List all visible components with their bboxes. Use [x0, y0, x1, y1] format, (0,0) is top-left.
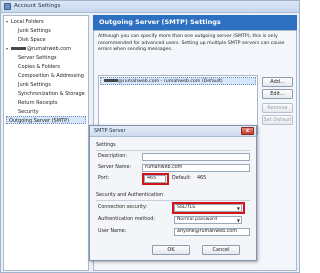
tree-item-security[interactable]: Security: [18, 108, 39, 116]
redacted-username: [11, 47, 26, 50]
server-name-field[interactable]: rumahweb.com: [142, 164, 250, 172]
smtp-server-dialog: SMTP Server x Settings Description: Serv…: [89, 125, 257, 261]
title-bar: Account Settings: [1, 1, 299, 13]
redacted-username: [104, 79, 118, 82]
security-group-label: Security and Authentication: [96, 193, 163, 198]
smtp-server-item[interactable]: @rumahweb.com - rumahweb.com (Default): [100, 77, 256, 85]
description-label: Description:: [98, 154, 127, 159]
page-title: Outgoing Server (SMTP) Settings: [93, 15, 297, 30]
auth-method-select[interactable]: Normal password ▼: [174, 216, 242, 224]
set-default-button[interactable]: Set Default: [262, 115, 293, 125]
default-port-label: Default:: [172, 176, 192, 181]
tree-item-server-settings[interactable]: Server Settings: [18, 54, 57, 62]
description-field[interactable]: [142, 153, 250, 161]
window-title: Account Settings: [14, 3, 61, 9]
tree-item-sync-storage[interactable]: Synchronization & Storage: [18, 90, 85, 98]
account-settings-window: Account Settings ▾ Local Folders Junk Set…: [0, 0, 300, 273]
divider: [96, 200, 250, 201]
connection-security-label: Connection security:: [98, 205, 148, 210]
description-text: Although you can specify more than one o…: [98, 34, 285, 52]
tree-item-account[interactable]: ▾ @rumahweb.com: [6, 45, 71, 53]
cancel-button[interactable]: Cancel: [202, 245, 240, 255]
settings-group-label: Settings: [96, 143, 116, 148]
tree-item-outgoing-server[interactable]: Outgoing Server (SMTP): [6, 116, 86, 124]
divider: [96, 150, 250, 151]
app-icon: [4, 3, 11, 10]
dialog-title: SMTP Server: [90, 126, 256, 137]
user-name-field[interactable]: anyone@rumahweb.com: [174, 228, 250, 236]
connection-security-highlight: [172, 202, 245, 214]
add-button[interactable]: Add...: [262, 77, 293, 87]
ok-button[interactable]: OK: [152, 245, 190, 255]
remove-button[interactable]: Remove: [262, 103, 293, 113]
account-tree[interactable]: ▾ Local Folders Junk Settings Disk Space …: [3, 15, 89, 271]
port-highlight: [142, 173, 169, 185]
auth-method-label: Authentication method:: [98, 217, 155, 222]
tree-item-return-receipts[interactable]: Return Receipts: [18, 99, 57, 107]
tree-item-copies-folders[interactable]: Copies & Folders: [18, 63, 60, 71]
tree-item-local-folders[interactable]: ▾ Local Folders: [6, 18, 44, 26]
tree-item-junk-settings[interactable]: Junk Settings: [18, 81, 51, 89]
tree-item-disk-space[interactable]: Disk Space: [18, 36, 46, 44]
close-button[interactable]: x: [241, 127, 254, 135]
port-label: Port:: [98, 176, 110, 181]
server-name-label: Server Name:: [98, 165, 132, 170]
edit-button[interactable]: Edit...: [262, 89, 293, 99]
chevron-down-icon: ▼: [236, 218, 240, 223]
default-port-value: 465: [197, 176, 207, 181]
tree-item-junk-settings-local[interactable]: Junk Settings: [18, 27, 51, 35]
user-name-label: User Name:: [98, 229, 127, 234]
tree-item-composition[interactable]: Composition & Addressing: [18, 72, 84, 80]
